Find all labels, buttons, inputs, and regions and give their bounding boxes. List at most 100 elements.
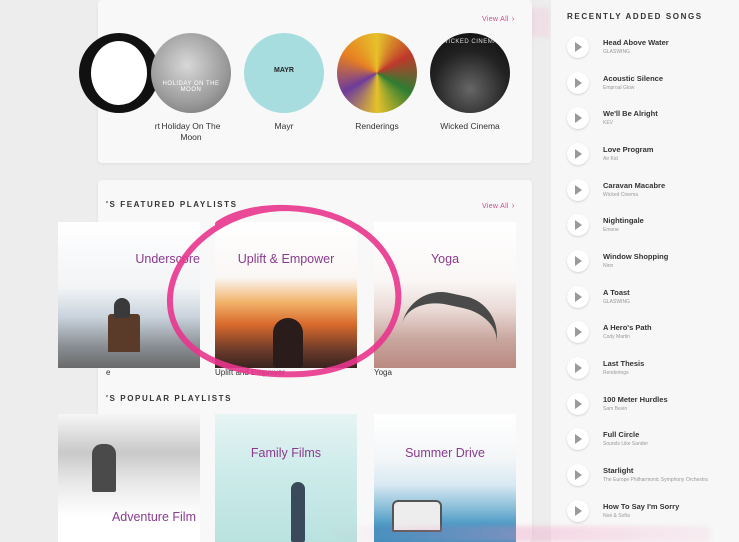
featured-view-all-link[interactable]: View All › — [482, 201, 515, 210]
chevron-right-icon: › — [511, 14, 515, 23]
person-silhouette — [114, 298, 130, 318]
song-title: A Hero's Path — [603, 323, 652, 332]
play-icon[interactable] — [567, 357, 589, 379]
song-title: Starlight — [603, 466, 634, 475]
song-title: Last Thesis — [603, 359, 645, 368]
artwork-text: WICKED CINEMA — [442, 39, 498, 45]
song-title: 100 Meter Hurdles — [603, 395, 668, 404]
sidebar-heading: RECENTLY ADDED SONGS — [567, 12, 703, 21]
song-artist: The Europe Philharmonic Symphony Orchest… — [603, 477, 708, 483]
pink-brush-stroke-bottom — [330, 526, 710, 542]
artwork-text: MAYR — [274, 67, 294, 74]
artists-view-all-link[interactable]: View All › — [482, 14, 515, 23]
artist-artwork: HOLIDAY ON THE MOON — [151, 33, 231, 113]
playlist-title: Summer Drive — [405, 446, 485, 460]
artwork-text: HOLIDAY ON THE MOON — [162, 81, 220, 93]
song-row[interactable]: How To Say I'm Sorry Noé & Sofía — [567, 500, 737, 528]
artist-item[interactable]: rt — [78, 33, 160, 132]
song-artist: GLASWING — [603, 299, 630, 305]
yoga-figure — [399, 284, 505, 356]
play-icon[interactable] — [567, 143, 589, 165]
song-row[interactable]: Acoustic Silence Emproal Glow — [567, 72, 737, 100]
song-title: A Toast — [603, 288, 630, 297]
play-icon[interactable] — [567, 321, 589, 343]
song-row[interactable]: Nightingale Emone — [567, 214, 737, 242]
song-row[interactable]: Last Thesis Renderings — [567, 357, 737, 385]
artist-item[interactable]: MAYR Mayr — [243, 33, 325, 132]
song-artist: GLASWING — [603, 49, 630, 55]
playlist-tile-family-films[interactable]: Family Films — [215, 414, 357, 542]
song-row[interactable]: Full Circle Sounds Like Sander — [567, 428, 737, 456]
play-icon[interactable] — [567, 214, 589, 236]
play-icon[interactable] — [567, 72, 589, 94]
artist-artwork — [79, 33, 159, 113]
artist-item[interactable]: Renderings — [336, 33, 418, 132]
view-all-label: View All — [482, 16, 509, 23]
artist-artwork: MAYR — [244, 33, 324, 113]
playlist-tile-summer-drive[interactable]: Summer Drive — [374, 414, 516, 542]
song-title: Head Above Water — [603, 38, 669, 47]
playlist-title: Adventure Film — [111, 510, 196, 524]
song-artist: KEV — [603, 120, 614, 126]
playlist-title: Family Films — [250, 446, 322, 460]
artist-name: Renderings — [355, 121, 399, 131]
song-title: We'll Be Alright — [603, 109, 658, 118]
song-artist: Wicked Cinema — [603, 192, 639, 198]
song-row[interactable]: Head Above Water GLASWING — [567, 36, 737, 64]
artist-name: Mayr — [274, 121, 294, 131]
artist-artwork — [337, 33, 417, 113]
song-row[interactable]: Starlight The Europe Philharmonic Sympho… — [567, 464, 737, 492]
view-all-label: View All — [482, 203, 509, 210]
artist-item[interactable]: WICKED CINEMA Wicked Cinema — [429, 33, 511, 132]
playlist-caption: e — [106, 368, 111, 377]
artists-card: View All › rt HOLIDAY ON THE MOON Holiday… — [79, 0, 532, 163]
song-title: How To Say I'm Sorry — [603, 502, 680, 511]
family-figure — [291, 482, 305, 542]
song-row[interactable]: A Hero's Path Cody Martin — [567, 321, 737, 349]
song-artist: Emproal Glow — [603, 85, 635, 91]
song-artist: Ninn — [603, 263, 614, 269]
popular-playlists-heading: 'S POPULAR PLAYLISTS — [106, 394, 233, 403]
chevron-right-icon: › — [511, 201, 515, 210]
artist-name: Wicked Cinema — [440, 121, 500, 131]
song-row[interactable]: 100 Meter Hurdles Sam Bevin — [567, 393, 737, 421]
highlight-circle-stroke — [166, 204, 402, 378]
play-icon[interactable] — [567, 428, 589, 450]
song-title: Love Program — [603, 145, 654, 154]
play-icon[interactable] — [567, 500, 589, 522]
play-icon[interactable] — [567, 107, 589, 129]
artist-name: Holiday On The Moon — [161, 121, 221, 142]
playlists-card: 'S FEATURED PLAYLISTS View All › Undersco… — [58, 180, 532, 542]
play-icon[interactable] — [567, 179, 589, 201]
song-title: Window Shopping — [603, 252, 669, 261]
person-silhouette — [92, 444, 116, 492]
song-row[interactable]: Window Shopping Ninn — [567, 250, 737, 278]
song-artist: Noé & Sofía — [603, 513, 630, 519]
song-artist: Air Kid — [603, 156, 618, 162]
recently-added-sidebar: RECENTLY ADDED SONGS Head Above Water GL… — [551, 0, 739, 542]
song-title: Caravan Macabre — [603, 181, 666, 190]
song-title: Full Circle — [603, 430, 640, 439]
song-row[interactable]: We'll Be Alright KEV — [567, 107, 737, 135]
play-icon[interactable] — [567, 286, 589, 308]
play-icon[interactable] — [567, 393, 589, 415]
play-icon[interactable] — [567, 36, 589, 58]
play-icon[interactable] — [567, 464, 589, 486]
artist-artwork: WICKED CINEMA — [430, 33, 510, 113]
song-artist: Sam Bevin — [603, 406, 628, 412]
song-artist: Emone — [603, 227, 619, 233]
play-icon[interactable] — [567, 250, 589, 272]
song-row[interactable]: Love Program Air Kid — [567, 143, 737, 171]
artist-item[interactable]: HOLIDAY ON THE MOON Holiday On The Moon — [150, 33, 232, 143]
highlight-circle-annotation — [166, 204, 402, 378]
song-title: Nightingale — [603, 216, 644, 225]
playlist-tile-adventure-film[interactable]: Adventure Film — [58, 414, 200, 542]
song-artist: Cody Martin — [603, 334, 630, 340]
song-artist: Sounds Like Sander — [603, 441, 649, 447]
bench-illustration — [108, 314, 140, 352]
song-row[interactable]: A Toast GLASWING — [567, 286, 737, 314]
song-row[interactable]: Caravan Macabre Wicked Cinema — [567, 179, 737, 207]
song-artist: Renderings — [603, 370, 629, 376]
artist-name: rt — [154, 121, 160, 131]
song-title: Acoustic Silence — [603, 74, 664, 83]
